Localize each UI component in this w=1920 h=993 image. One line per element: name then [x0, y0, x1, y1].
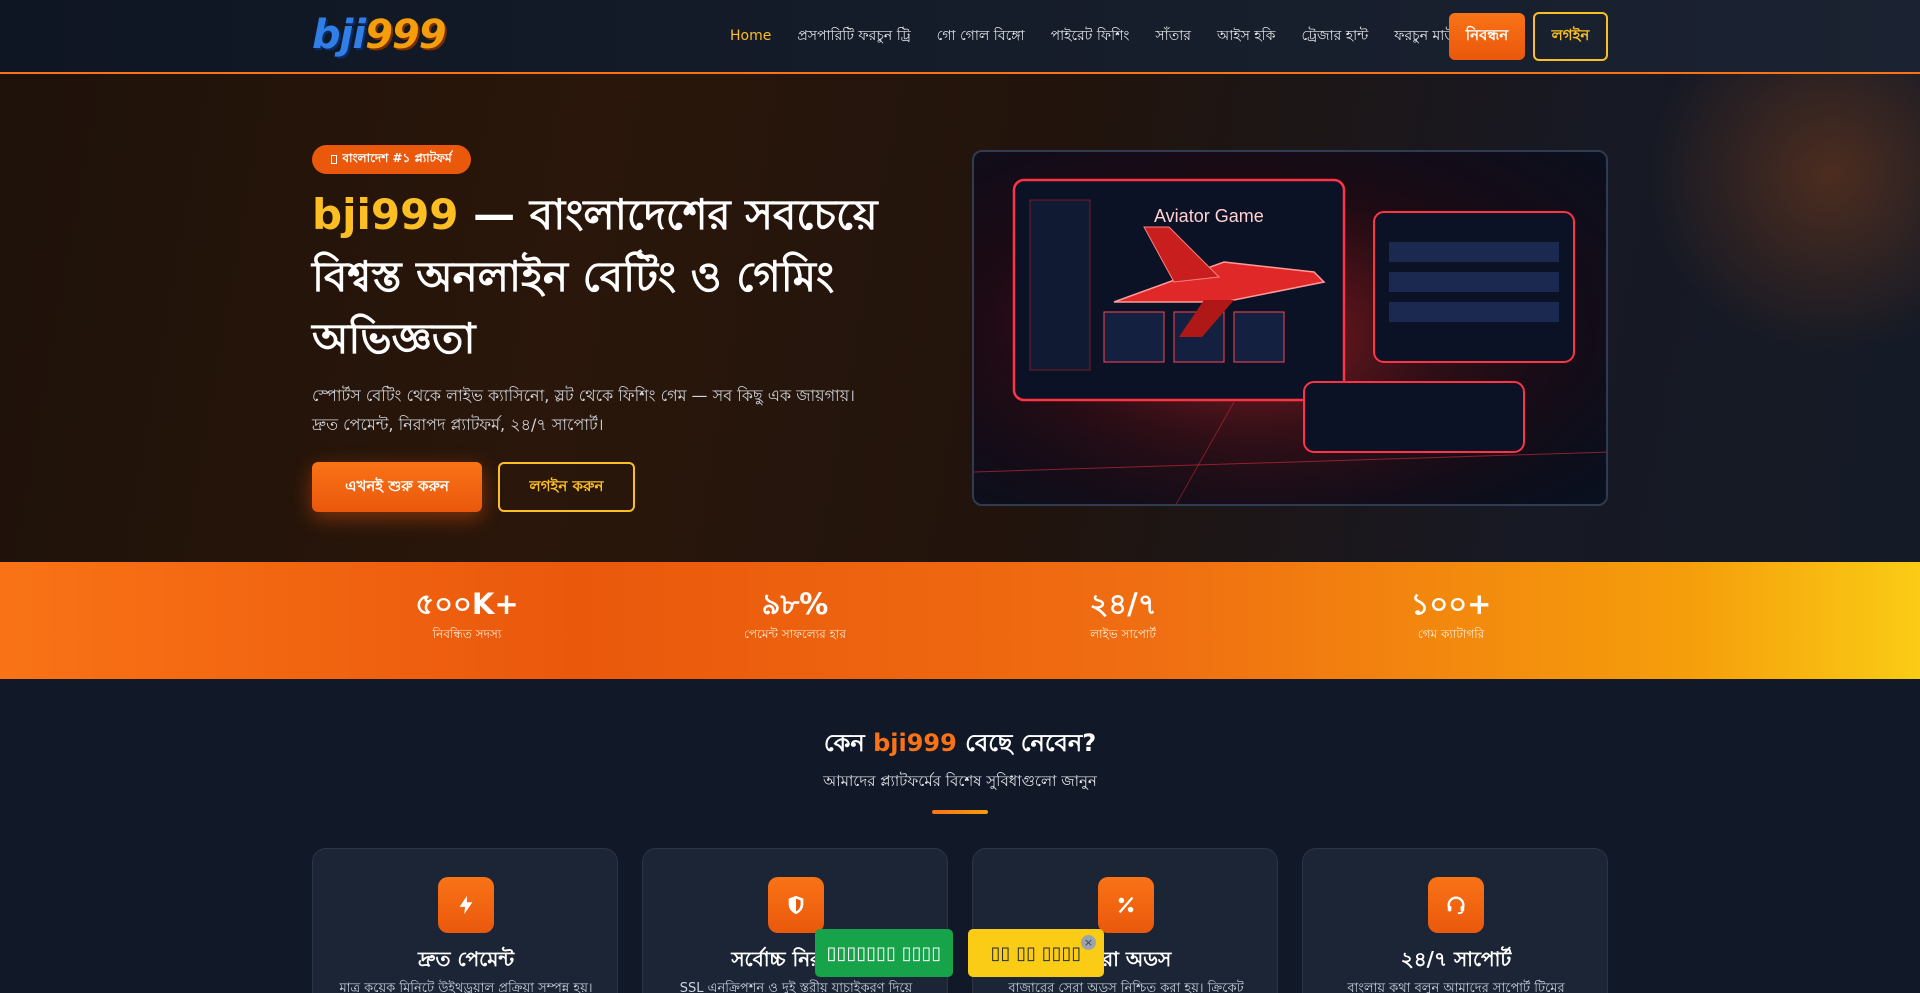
brand-logo[interactable]: bji999: [312, 12, 447, 58]
fire-icon: [331, 155, 338, 164]
close-icon[interactable]: ×: [1081, 935, 1096, 950]
percent-icon: [1098, 877, 1154, 933]
hero-section: বাংলাদেশ #১ প্ল্যাটফর্ম bji999 — বাংলাদে…: [0, 74, 1920, 562]
aviator-caption: Aviator Game: [1154, 206, 1264, 226]
stat-label: পেমেন্ট সাফল্যের হার: [744, 627, 846, 641]
main-nav: Home প্রসপারিটি ফরচুন ট্রি গো গোল বিঙ্গো…: [730, 0, 1491, 72]
features-subtitle: আমাদের প্ল্যাটফর্মের বিশেষ সুবিধাগুলো জা…: [823, 772, 1097, 790]
hero-title-brand: bji999: [312, 190, 459, 239]
nav-link-home[interactable]: Home: [730, 28, 771, 44]
features-title-post: বেছে নেবেন?: [956, 729, 1097, 757]
stat-live-support: ২৪/৭ লাইভ সাপোর্ট: [1023, 562, 1223, 646]
features-title-pre: কেন: [823, 729, 874, 757]
feature-card-title: ২৪/৭ সাপোর্ট: [1400, 947, 1512, 971]
stat-game-categories: ১০০+ গেম ক্যাটাগরি: [1351, 562, 1551, 646]
feature-card-desc: SSL এনক্রিপশন ও দুই স্তরীয় যাচাইকরণ দিয…: [679, 981, 913, 993]
nav-link-swimming[interactable]: সাঁতার: [1155, 24, 1191, 48]
stat-value: ৯৮%: [761, 587, 829, 621]
lightning-icon: [438, 877, 494, 933]
logo-text-part1: bji: [312, 12, 366, 58]
feature-card-title: দ্রুত পেমেন্ট: [417, 947, 515, 971]
nav-link-go-goal-bingo[interactable]: গো গোল বিঙ্গো: [937, 24, 1025, 48]
top-navbar: bji999 Home প্রসপারিটি ফরচুন ট্রি গো গোল…: [0, 0, 1920, 74]
stat-label: গেম ক্যাটাগরি: [1417, 627, 1485, 641]
platform-badge: বাংলাদেশ #১ প্ল্যাটফর্ম: [312, 145, 471, 174]
feature-card-desc: বাংলায় কথা বলুন আমাদের সাপোর্ট টিমের: [1347, 981, 1565, 993]
hero-login-button[interactable]: লগইন করুন: [498, 462, 635, 512]
stat-members: ৫০০K+ নিবন্ধিত সদস্য: [367, 562, 567, 646]
hero-title: bji999 — বাংলাদেশের সবচেয়ে বিশ্বস্ত অনল…: [312, 184, 902, 370]
hero-description: স্পোর্টস বেটিং থেকে লাইভ ক্যাসিনো, স্লট …: [312, 386, 855, 434]
stat-label: নিবন্ধিত সদস্য: [432, 627, 502, 641]
nav-link-prosperity-fortune-tree[interactable]: প্রসপারিটি ফরচুন ট্রি: [797, 24, 910, 48]
section-divider: [932, 810, 988, 814]
register-button[interactable]: নিবন্ধন: [1449, 13, 1525, 60]
features-title: কেন bji999 বেছে নেবেন?: [0, 725, 1920, 765]
feature-card-desc: বাজারের সেরা অডস নিশ্চিত করা হয়। ক্রিকে…: [1008, 981, 1244, 993]
shield-icon: [768, 877, 824, 933]
feature-card-fast-payment: দ্রুত পেমেন্ট মাত্র কয়েক মিনিটে উইথড্রয…: [312, 848, 618, 993]
floating-green-button[interactable]: ▯▯▯▯▯▯▯ ▯▯▯▯: [815, 929, 953, 977]
nav-link-pirate-fishing[interactable]: পাইরেট ফিশিং: [1051, 24, 1130, 48]
stat-value: ৫০০K+: [415, 587, 519, 621]
feature-card-desc: মাত্র কয়েক মিনিটে উইথড্রয়াল প্রক্রিয়া…: [339, 981, 593, 993]
nav-link-treasure-hunt[interactable]: ট্রেজার হান্ট: [1301, 24, 1368, 48]
nav-link-ice-hockey[interactable]: আইস হকি: [1217, 24, 1275, 48]
stats-bar: ৫০০K+ নিবন্ধিত সদস্য ৯৮% পেমেন্ট সাফল্যে…: [0, 562, 1920, 679]
feature-card-support: ২৪/৭ সাপোর্ট বাংলায় কথা বলুন আমাদের সাপ…: [1302, 848, 1608, 993]
stat-label: লাইভ সাপোর্ট: [1090, 627, 1156, 641]
stat-value: ২৪/৭: [1089, 587, 1157, 621]
features-title-brand: bji999: [873, 729, 957, 757]
login-button[interactable]: লগইন: [1533, 12, 1608, 61]
aviator-game-image: Aviator Game: [972, 150, 1608, 506]
start-now-button[interactable]: এখনই শুরু করুন: [312, 462, 482, 512]
stat-value: ১০০+: [1410, 587, 1492, 621]
stat-payment-success: ৯৮% পেমেন্ট সাফল্যের হার: [695, 562, 895, 646]
logo-text-part2: 999: [365, 12, 446, 58]
badge-text: বাংলাদেশ #১ প্ল্যাটফর্ম: [342, 150, 452, 165]
aviator-illustration: Aviator Game: [974, 152, 1606, 504]
headset-icon: [1428, 877, 1484, 933]
